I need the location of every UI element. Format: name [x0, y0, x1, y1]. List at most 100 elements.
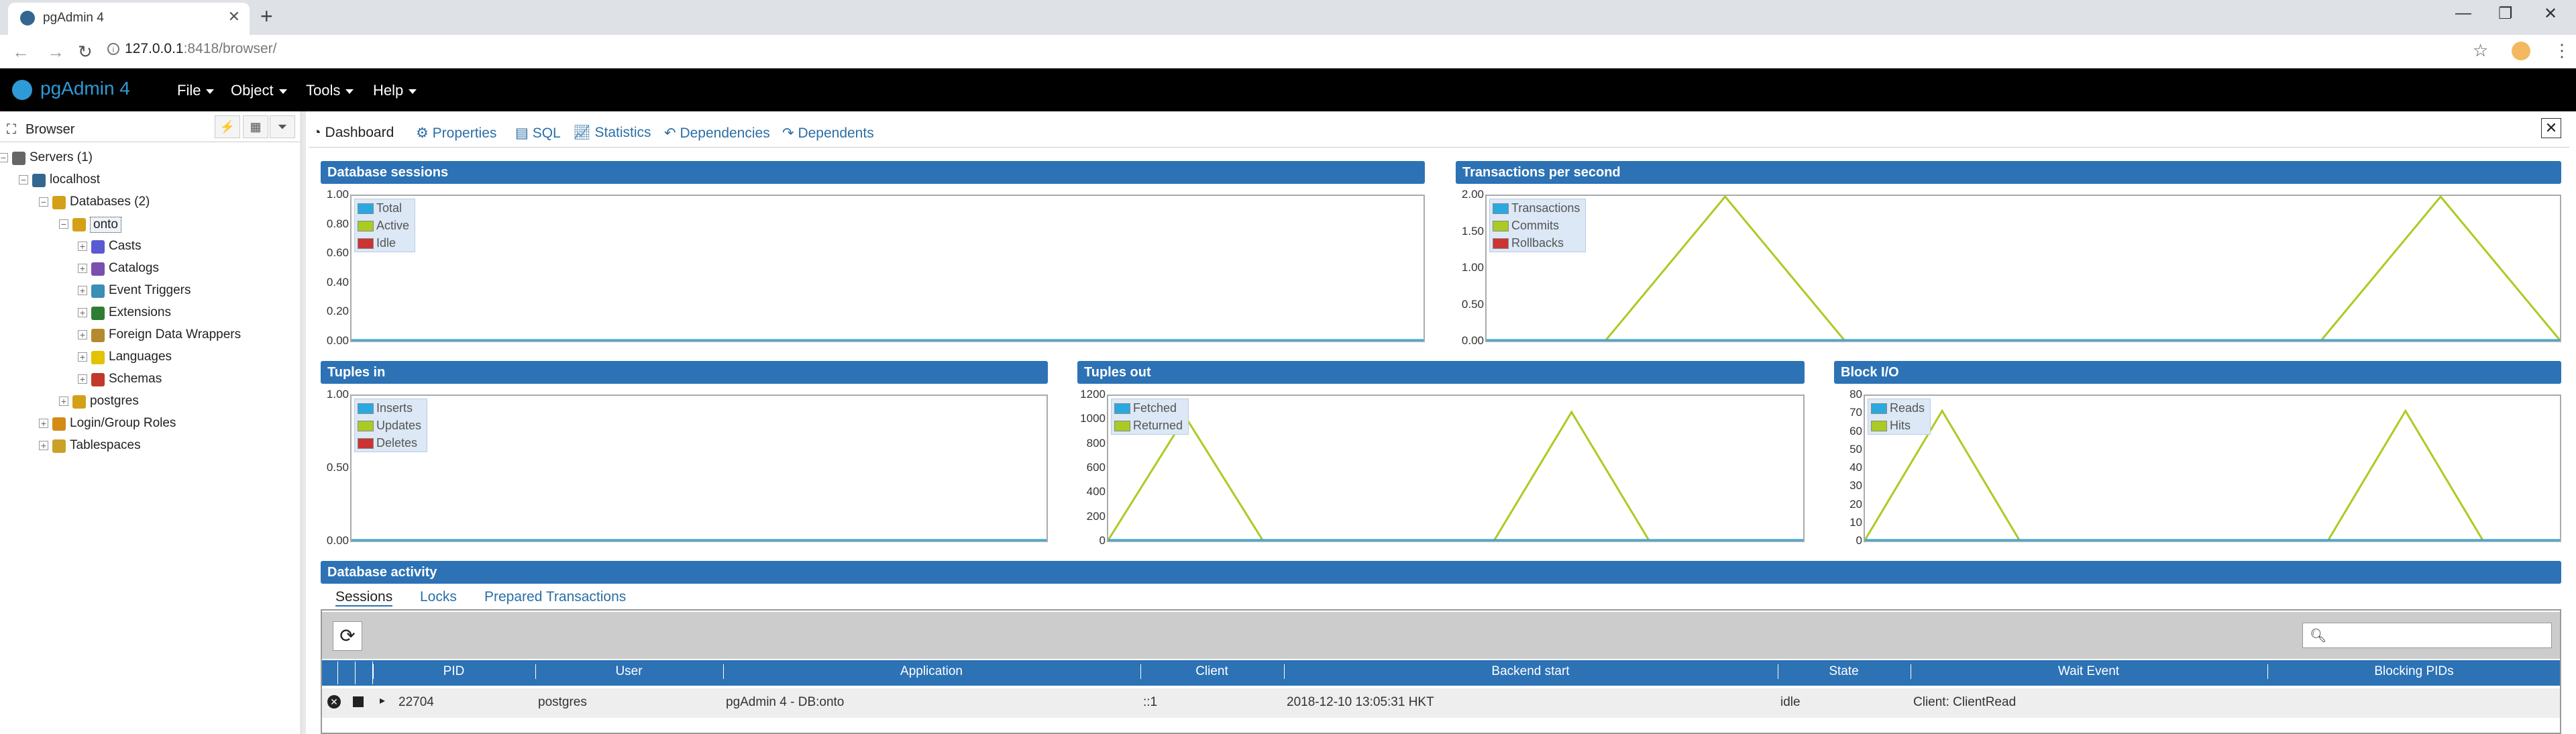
y-tick-label: 0.20	[326, 305, 349, 318]
tree-node-label[interactable]: postgres	[90, 394, 139, 409]
filter-icon[interactable]: ⏷	[270, 115, 295, 138]
table-cell-pid: 22704	[398, 695, 434, 709]
legend-item: Deletes	[355, 434, 427, 452]
chart-legend: Reads Hits	[1868, 399, 1931, 435]
terminate-session-icon[interactable]	[353, 696, 364, 707]
menu-object[interactable]: Object	[231, 82, 287, 99]
column-header[interactable]: User	[535, 664, 722, 679]
databases-icon	[52, 196, 66, 209]
minimize-icon[interactable]: —	[2455, 4, 2471, 23]
tree-node-label[interactable]: Tablespaces	[70, 438, 141, 453]
column-header[interactable]: Wait Event	[1911, 664, 2266, 679]
query-tool-icon[interactable]: ⚡	[215, 115, 240, 138]
close-window-icon[interactable]: ✕	[2544, 4, 2557, 23]
tree-node-label[interactable]: localhost	[50, 172, 100, 187]
tree-node-label[interactable]: Extensions	[109, 305, 171, 320]
elephant-logo-icon	[12, 79, 32, 100]
y-tick-label: 400	[1086, 485, 1106, 499]
view-data-icon[interactable]: ▦	[243, 115, 268, 138]
subtab-prepared-transactions[interactable]: Prepared Transactions	[484, 589, 626, 605]
tree-toggle-icon[interactable]: +	[78, 264, 87, 273]
chevron-down-icon	[206, 89, 215, 94]
info-icon[interactable]: i	[107, 43, 119, 55]
tree-toggle-icon[interactable]: +	[78, 374, 87, 384]
subtab-sessions[interactable]: Sessions	[335, 589, 393, 607]
tree-toggle-icon[interactable]: −	[59, 219, 68, 229]
menu-dots-icon[interactable]: ⋮	[2553, 40, 2571, 61]
column-header[interactable]: Client	[1140, 664, 1283, 679]
column-header-cancel	[322, 662, 338, 684]
tree-toggle-icon[interactable]: +	[78, 352, 87, 362]
menu-help[interactable]: Help	[373, 82, 417, 99]
profile-avatar-icon[interactable]	[2512, 42, 2530, 60]
menu-tools[interactable]: Tools	[306, 82, 354, 99]
bookmark-star-icon[interactable]: ☆	[2473, 40, 2488, 61]
forward-icon[interactable]: →	[47, 42, 64, 62]
browser-tab[interactable]: pgAdmin 4 ✕	[8, 3, 250, 35]
legend-item: Fetched	[1112, 399, 1188, 417]
tab-dependencies[interactable]: ↶ Dependencies	[664, 125, 770, 142]
column-header[interactable]: Application	[723, 664, 1139, 679]
tab-dashboard[interactable]: ◔ Dashboard	[313, 125, 394, 141]
tree-node-label[interactable]: Databases (2)	[70, 195, 150, 209]
tab-statistics[interactable]: 📈︎ Statistics	[573, 125, 651, 141]
chart-header: Transactions per second	[1456, 161, 2561, 184]
legend-swatch	[1493, 203, 1509, 215]
y-tick-label: 1.00	[326, 388, 349, 401]
tree-node-label[interactable]: Login/Group Roles	[70, 416, 176, 431]
tab-dependents[interactable]: ↷ Dependents	[782, 125, 874, 142]
column-header[interactable]: Blocking PIDs	[2267, 664, 2560, 679]
tree-toggle-icon[interactable]: +	[78, 330, 87, 339]
tree-node-label[interactable]: Schemas	[109, 372, 162, 386]
back-icon[interactable]: ←	[12, 42, 30, 62]
menu-tools-label: Tools	[306, 82, 341, 99]
new-tab-icon[interactable]: +	[260, 4, 273, 29]
tree-toggle-icon[interactable]: +	[39, 419, 48, 428]
column-header[interactable]: PID	[373, 664, 534, 679]
refresh-icon[interactable]: ⟳	[333, 621, 362, 651]
tree-node-label[interactable]: Event Triggers	[109, 283, 191, 298]
tree-toggle-icon[interactable]: −	[39, 197, 48, 207]
tree-toggle-icon[interactable]: +	[39, 441, 48, 450]
expand-row-icon[interactable]: ▸	[380, 694, 385, 707]
tab-properties[interactable]: ⚙ Properties	[416, 125, 496, 142]
tree-node-label[interactable]: onto	[90, 217, 121, 233]
subtab-locks[interactable]: Locks	[420, 589, 457, 605]
tree-toggle-icon[interactable]: −	[19, 175, 28, 185]
reload-icon[interactable]: ↻	[78, 42, 93, 62]
y-tick-label: 0.80	[326, 217, 349, 230]
restore-icon[interactable]: ❐	[2498, 4, 2513, 23]
y-tick-label: 0.50	[326, 461, 349, 474]
pgadmin-favicon-icon	[20, 11, 35, 25]
tree-toggle-icon[interactable]: +	[78, 286, 87, 295]
menu-file[interactable]: File	[177, 82, 215, 99]
close-tab-icon[interactable]: ✕	[228, 8, 240, 25]
close-panel-icon[interactable]: ✕	[2541, 118, 2561, 138]
tab-sql[interactable]: ▤ SQL	[515, 125, 561, 142]
column-header[interactable]: Backend start	[1284, 664, 1776, 679]
tree-toggle-icon[interactable]: +	[59, 397, 68, 406]
cancel-query-icon[interactable]: ✕	[327, 695, 341, 709]
tree-node-label[interactable]: Casts	[109, 239, 142, 254]
table-row[interactable]	[322, 688, 2560, 718]
legend-label: Reads	[1890, 401, 1925, 415]
search-input[interactable]: 🔍︎	[2302, 623, 2552, 648]
tree-node-label[interactable]: Servers (1)	[30, 150, 93, 165]
url-host: 127.0.0.1	[125, 41, 184, 56]
y-tick-label: 1200	[1080, 388, 1106, 401]
tree-toggle-icon[interactable]: +	[78, 242, 87, 251]
y-tick-label: 0	[1856, 534, 1862, 547]
panel-splitter[interactable]	[301, 111, 306, 734]
url-field[interactable]: 127.0.0.1:8418/browser/	[125, 41, 277, 57]
tree-toggle-icon[interactable]: −	[0, 153, 8, 162]
legend-label: Commits	[1511, 219, 1559, 232]
column-header[interactable]: State	[1778, 664, 1909, 679]
tree-toggle-icon[interactable]: +	[78, 308, 87, 317]
tree-node-label[interactable]: Foreign Data Wrappers	[109, 327, 241, 342]
y-tick-label: 0.50	[1461, 297, 1484, 311]
legend-item: Updates	[355, 417, 427, 434]
tree-node-label[interactable]: Languages	[109, 350, 172, 364]
chart-legend: Inserts Updates Deletes	[354, 399, 428, 452]
chart-svg	[1865, 409, 2560, 541]
tree-node-label[interactable]: Catalogs	[109, 261, 159, 276]
